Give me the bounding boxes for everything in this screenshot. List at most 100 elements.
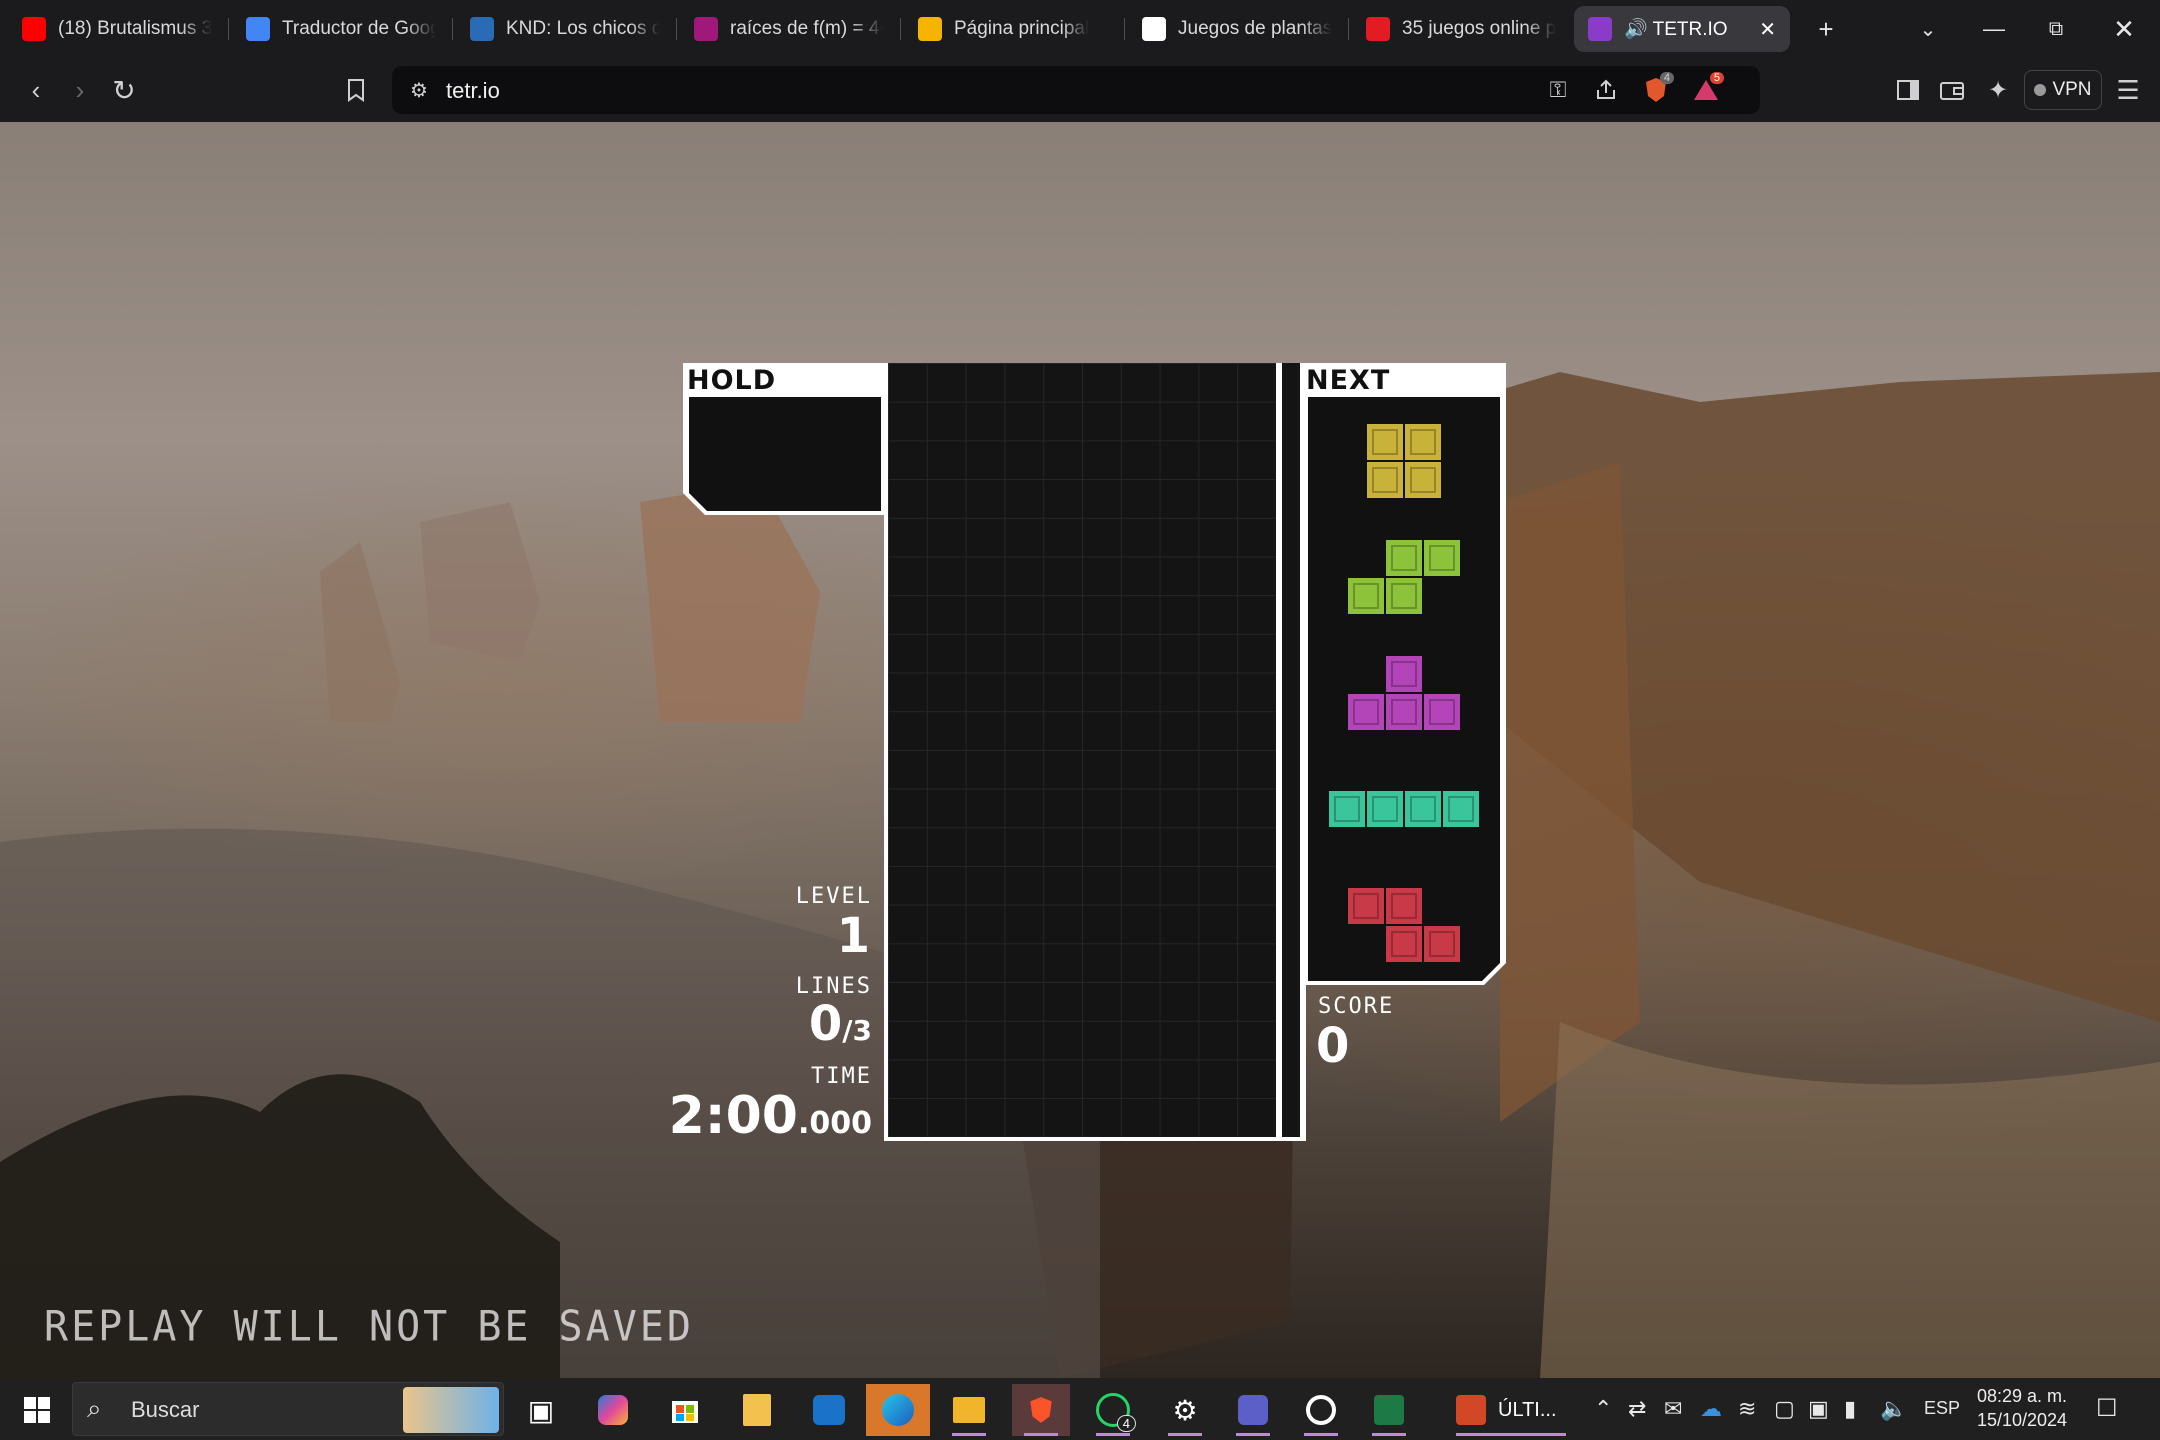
wallet-icon[interactable] <box>1932 70 1972 110</box>
sidebar-icon[interactable] <box>1888 70 1928 110</box>
settings-icon[interactable]: ⚙ <box>1156 1384 1214 1436</box>
copilot-icon[interactable] <box>584 1384 642 1436</box>
tab[interactable]: Traductor de Goog <box>232 6 450 52</box>
tab-title: Página principal <box>954 18 1090 39</box>
search-highlight-icon <box>403 1387 499 1433</box>
next-piece-t <box>1348 656 1460 730</box>
next-label: NEXT <box>1306 365 1391 396</box>
tab[interactable]: KND: Los chicos de <box>456 6 674 52</box>
browser-toolbar: ‹ › ↻ ⚙ tetr.io ⚿ 4 5 ✦ VPN ☰ <box>0 58 2160 122</box>
tab-title: raíces de f(m) = 4· <box>730 18 884 39</box>
clock-date: 15/10/2024 <box>1976 1410 2068 1430</box>
classroom-icon <box>918 17 942 41</box>
next-queue <box>1308 397 1500 981</box>
outlook-icon[interactable] <box>800 1384 858 1436</box>
tab-separator <box>1348 18 1349 40</box>
tab-separator <box>452 18 453 40</box>
brave-rewards-badge: 5 <box>1709 72 1724 84</box>
next-panel: NEXT <box>1304 363 1506 985</box>
address-bar[interactable]: ⚙ tetr.io ⚿ 4 5 <box>392 66 1760 114</box>
lines-goal: /3 <box>842 1014 872 1047</box>
whatsapp-badge: 4 <box>1116 1415 1136 1432</box>
language-indicator[interactable]: ESP <box>1924 1398 1960 1419</box>
vpn-status-dot-icon <box>2034 84 2047 96</box>
tab-search-chevron-icon[interactable]: ⌄ <box>1908 10 1948 48</box>
time-ms: .000 <box>797 1106 872 1141</box>
bookmark-icon[interactable] <box>336 70 376 110</box>
clock[interactable]: 08:29 a. m. 15/10/2024 <box>1970 1384 2074 1432</box>
tab[interactable]: Página principal <box>904 6 1122 52</box>
minimize-button[interactable]: — <box>1966 10 2022 48</box>
tab-separator <box>228 18 229 40</box>
brave-rewards-icon[interactable]: 5 <box>1688 72 1724 108</box>
restore-button[interactable]: ⧉ <box>2028 10 2084 48</box>
tab-title: 35 juegos online p <box>1402 18 1556 39</box>
level-label: LEVEL <box>795 884 872 909</box>
volume-muted-icon[interactable]: 🔈 <box>1880 1396 1907 1422</box>
vpn-label: VPN <box>2052 79 2092 100</box>
tab-separator <box>676 18 677 40</box>
battery-icon[interactable]: ▮ <box>1844 1396 1856 1422</box>
tab[interactable]: (18) Brutalismus 30 <box>8 6 226 52</box>
wifi-icon[interactable]: ≋ <box>1738 1396 1756 1422</box>
task-view-icon[interactable]: ▣ <box>512 1384 570 1436</box>
hold-panel: HOLD <box>683 363 885 515</box>
powerpoint-window-label: ÚLTI... <box>1498 1398 1557 1421</box>
tab[interactable]: raíces de f(m) = 4· <box>680 6 898 52</box>
c-logo-icon <box>1142 17 1166 41</box>
time-value-row: 2:00.000 <box>669 1086 872 1146</box>
excel-icon[interactable] <box>1360 1384 1418 1436</box>
whatsapp-icon[interactable]: 4 <box>1084 1384 1142 1436</box>
opera-icon[interactable] <box>1292 1384 1350 1436</box>
tetrio-icon <box>1588 17 1612 41</box>
leo-ai-icon[interactable]: ✦ <box>1978 70 2018 110</box>
menu-icon[interactable]: ☰ <box>2108 70 2148 110</box>
tab-title: KND: Los chicos de <box>506 18 660 39</box>
share-icon[interactable] <box>1588 72 1624 108</box>
tab-title: Juegos de plantas <box>1178 18 1332 39</box>
notification-app-icon[interactable]: ▣ <box>1808 1396 1829 1422</box>
tray-overflow-chevron-icon[interactable]: ⌃ <box>1594 1396 1612 1422</box>
meet-now-icon[interactable]: ▢ <box>1774 1396 1795 1422</box>
key-icon[interactable]: ⚿ <box>1540 72 1576 108</box>
back-icon[interactable]: ‹ <box>16 70 56 110</box>
site-settings-icon[interactable]: ⚙ <box>402 72 436 108</box>
next-piece-z <box>1348 888 1460 962</box>
c-red-icon <box>1366 17 1390 41</box>
new-tab-button[interactable]: + <box>1806 10 1846 48</box>
tray-app-icon[interactable]: ⇄ <box>1628 1396 1646 1422</box>
score-label: SCORE <box>1318 994 1395 1019</box>
hold-label: HOLD <box>687 365 777 396</box>
brave-icon[interactable] <box>1012 1384 1070 1436</box>
tab[interactable]: Juegos de plantas <box>1128 6 1346 52</box>
close-tab-icon[interactable]: ✕ <box>1759 17 1776 42</box>
powerpoint-icon <box>1456 1395 1486 1425</box>
teams-icon[interactable] <box>1224 1384 1282 1436</box>
level-value: 1 <box>836 908 870 964</box>
lines-value: 0 <box>808 996 843 1052</box>
symbolab-icon <box>694 17 718 41</box>
next-queue-pieces <box>1308 397 1500 981</box>
onedrive-icon[interactable]: ☁ <box>1700 1396 1722 1422</box>
forward-icon[interactable]: › <box>60 70 100 110</box>
powerpoint-window-button[interactable]: ÚLTI... <box>1446 1384 1576 1436</box>
file-explorer-icon[interactable] <box>728 1384 786 1436</box>
start-button[interactable] <box>8 1384 66 1436</box>
reload-icon[interactable]: ↻ <box>104 70 144 110</box>
store-icon[interactable] <box>656 1384 714 1436</box>
tab[interactable]: 35 juegos online p <box>1352 6 1570 52</box>
tab-active[interactable]: 🔊 TETR.IO ✕ <box>1574 6 1790 52</box>
taskbar-search[interactable]: ⌕ Buscar <box>72 1382 504 1436</box>
folders-icon[interactable] <box>940 1384 998 1436</box>
search-icon: ⌕ <box>87 1393 102 1423</box>
clock-time: 08:29 a. m. <box>1976 1386 2068 1406</box>
close-window-button[interactable]: ✕ <box>2096 10 2152 48</box>
notifications-icon[interactable]: ☐ <box>2096 1394 2118 1423</box>
vpn-button[interactable]: VPN <box>2024 70 2102 110</box>
hold-slot <box>689 397 881 511</box>
brave-shields-icon[interactable]: 4 <box>1638 72 1674 108</box>
tray-gmail-icon[interactable]: ✉ <box>1664 1396 1682 1422</box>
tab-strip: (18) Brutalismus 30 Traductor de Goog KND:… <box>0 0 2160 58</box>
edge-icon[interactable] <box>866 1384 930 1436</box>
next-piece-o <box>1367 424 1441 498</box>
